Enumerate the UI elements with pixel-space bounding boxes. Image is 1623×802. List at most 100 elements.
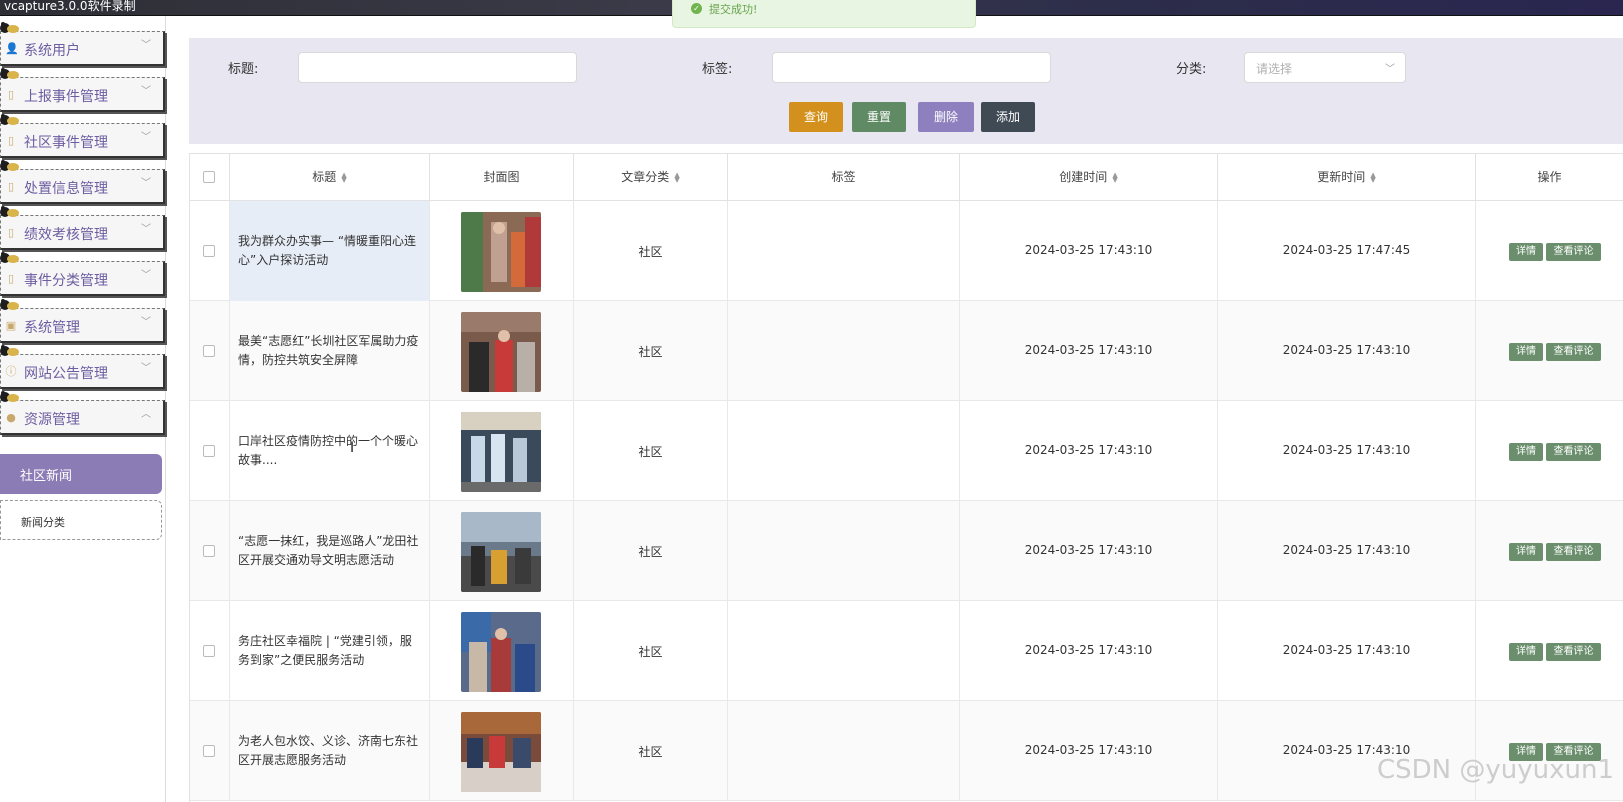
sidebar-subitem-community-news[interactable]: 社区新闻 — [0, 454, 162, 494]
document-icon: ▯ — [7, 134, 15, 147]
detail-button[interactable]: 详情 — [1509, 343, 1543, 361]
actions-cell: 详情 查看评论 — [1476, 401, 1623, 501]
sidebar-item-performance[interactable]: ▯ 绩效考核管理 ﹀ — [0, 206, 165, 250]
row-checkbox-cell — [190, 201, 230, 301]
row-created: 2024-03-25 17:43:10 — [1024, 743, 1153, 757]
view-comments-button[interactable]: 查看评论 — [1546, 243, 1601, 261]
delete-button[interactable]: 删除 — [918, 102, 974, 132]
detail-button[interactable]: 详情 — [1509, 643, 1543, 661]
chevron-down-icon: ﹀ — [141, 224, 151, 235]
detail-button[interactable]: 详情 — [1509, 543, 1543, 561]
row-category: 社区 — [638, 445, 663, 459]
chevron-up-icon: ︿ — [141, 409, 151, 420]
tag-input[interactable] — [772, 52, 1051, 83]
sidebar-item-report-events[interactable]: ▯ 上报事件管理 ﹀ — [0, 68, 165, 112]
row-checkbox[interactable] — [203, 245, 215, 257]
header-updated[interactable]: 更新时间 ▲ ▼ — [1218, 154, 1476, 201]
row-checkbox[interactable] — [203, 645, 215, 657]
cover-image[interactable] — [461, 512, 541, 592]
view-comments-button[interactable]: 查看评论 — [1546, 443, 1601, 461]
sidebar-item-system-management[interactable]: ▣ 系统管理 ﹀ — [0, 299, 165, 343]
actions-cell: 详情 查看评论 — [1476, 701, 1623, 801]
row-title: “志愿一抹红，我是巡路人”龙田社区开展交通劝导文明志愿活动 — [238, 534, 419, 567]
updated-cell: 2024-03-25 17:43:10 — [1218, 501, 1476, 601]
query-button[interactable]: 查询 — [789, 102, 843, 132]
detail-button[interactable]: 详情 — [1509, 443, 1543, 461]
view-comments-button[interactable]: 查看评论 — [1546, 643, 1601, 661]
select-all-checkbox[interactable] — [203, 171, 215, 183]
row-title: 为老人包水饺、义诊、济南七东社区开展志愿服务活动 — [238, 734, 419, 767]
title-input[interactable] — [298, 52, 577, 83]
search-panel: 标题: 标签: 分类: 请选择 ﹀ 查询 重置 删除 添加 — [189, 38, 1623, 144]
sidebar-item-community-events[interactable]: ▯ 社区事件管理 ﹀ — [0, 114, 165, 158]
row-title: 我为群众办实事— “情暖重阳心连心”入户探访活动 — [238, 234, 417, 267]
app-title: vcapture3.0.0软件录制 — [4, 0, 136, 13]
header-updated-label: 更新时间 — [1317, 170, 1366, 184]
header-category[interactable]: 文章分类 ▲ ▼ — [574, 154, 728, 201]
chevron-down-icon: ﹀ — [141, 40, 151, 51]
category-select[interactable]: 请选择 ﹀ — [1244, 52, 1406, 83]
row-updated: 2024-03-25 17:43:10 — [1282, 543, 1411, 557]
actions-cell: 详情 查看评论 — [1476, 201, 1623, 301]
row-category: 社区 — [638, 645, 663, 659]
cover-cell — [430, 501, 574, 601]
add-button[interactable]: 添加 — [981, 102, 1035, 132]
row-created: 2024-03-25 17:43:10 — [1024, 243, 1153, 257]
cover-image[interactable] — [461, 712, 541, 792]
header-cover: 封面图 — [430, 154, 574, 201]
view-comments-button[interactable]: 查看评论 — [1546, 343, 1601, 361]
title-cell: 我为群众办实事— “情暖重阳心连心”入户探访活动 — [230, 201, 430, 301]
updated-cell: 2024-03-25 17:43:10 — [1218, 601, 1476, 701]
cover-image[interactable] — [461, 612, 541, 692]
sidebar-item-announcements[interactable]: ⓘ 网站公告管理 ﹀ — [0, 345, 165, 389]
chevron-down-icon: ﹀ — [141, 132, 151, 143]
category-cell: 社区 — [574, 301, 728, 401]
sidebar-item-system-users[interactable]: 👤 系统用户 ﹀ — [0, 22, 165, 66]
sidebar-item-handling-info[interactable]: ▯ 处置信息管理 ﹀ — [0, 160, 165, 204]
row-created: 2024-03-25 17:43:10 — [1024, 543, 1153, 557]
bear-decoration-icon — [0, 252, 19, 263]
table-row: 口岸社区疫情防控中的一个个暖心故事.... 社区 2024-03-25 17:4… — [190, 401, 1623, 501]
sort-icon: ▲ ▼ — [341, 170, 347, 184]
row-checkbox[interactable] — [203, 445, 215, 457]
reset-button[interactable]: 重置 — [852, 102, 906, 132]
view-comments-button[interactable]: 查看评论 — [1546, 543, 1601, 561]
row-created: 2024-03-25 17:43:10 — [1024, 443, 1153, 457]
bear-decoration-icon — [0, 22, 19, 33]
row-category: 社区 — [638, 245, 663, 259]
detail-button[interactable]: 详情 — [1509, 243, 1543, 261]
tags-cell — [728, 601, 960, 701]
success-toast: ✓ 提交成功! — [672, 0, 976, 28]
header-title[interactable]: 标题 ▲ ▼ — [230, 154, 430, 201]
actions-cell: 详情 查看评论 — [1476, 501, 1623, 601]
tags-cell — [728, 401, 960, 501]
actions-cell: 详情 查看评论 — [1476, 601, 1623, 701]
chevron-down-icon: ﹀ — [141, 270, 151, 281]
row-checkbox[interactable] — [203, 745, 215, 757]
category-cell: 社区 — [574, 401, 728, 501]
row-updated: 2024-03-25 17:43:10 — [1282, 443, 1411, 457]
header-created[interactable]: 创建时间 ▲ ▼ — [960, 154, 1218, 201]
created-cell: 2024-03-25 17:43:10 — [960, 501, 1218, 601]
cover-image[interactable] — [461, 312, 541, 392]
cover-image[interactable] — [461, 212, 541, 292]
sidebar: 👤 系统用户 ﹀ ▯ 上报事件管理 ﹀ ▯ 社区事件管理 ﹀ ▯ 处置信息管理 … — [0, 16, 166, 802]
title-cell: 务庄社区幸福院 | “党建引领，服务到家”之便民服务活动 — [230, 601, 430, 701]
bear-decoration-icon — [0, 114, 19, 125]
table-row: 为老人包水饺、义诊、济南七东社区开展志愿服务活动 社区 2024-03-25 1… — [190, 701, 1623, 801]
sidebar-item-label: 系统用户 — [24, 43, 80, 59]
cover-cell — [430, 401, 574, 501]
row-category: 社区 — [638, 545, 663, 559]
user-icon: 👤 — [5, 42, 19, 55]
info-icon: ⓘ — [5, 365, 17, 378]
sidebar-item-event-categories[interactable]: ▯ 事件分类管理 ﹀ — [0, 252, 165, 296]
cover-cell — [430, 201, 574, 301]
sidebar-subitem-news-categories[interactable]: 新闻分类 — [0, 500, 162, 540]
cover-image[interactable] — [461, 412, 541, 492]
row-checkbox[interactable] — [203, 545, 215, 557]
header-cover-label: 封面图 — [483, 170, 520, 184]
row-checkbox[interactable] — [203, 345, 215, 357]
created-cell: 2024-03-25 17:43:10 — [960, 401, 1218, 501]
sidebar-item-resources[interactable]: ● 资源管理 ︿ — [0, 391, 165, 435]
cover-cell — [430, 701, 574, 801]
